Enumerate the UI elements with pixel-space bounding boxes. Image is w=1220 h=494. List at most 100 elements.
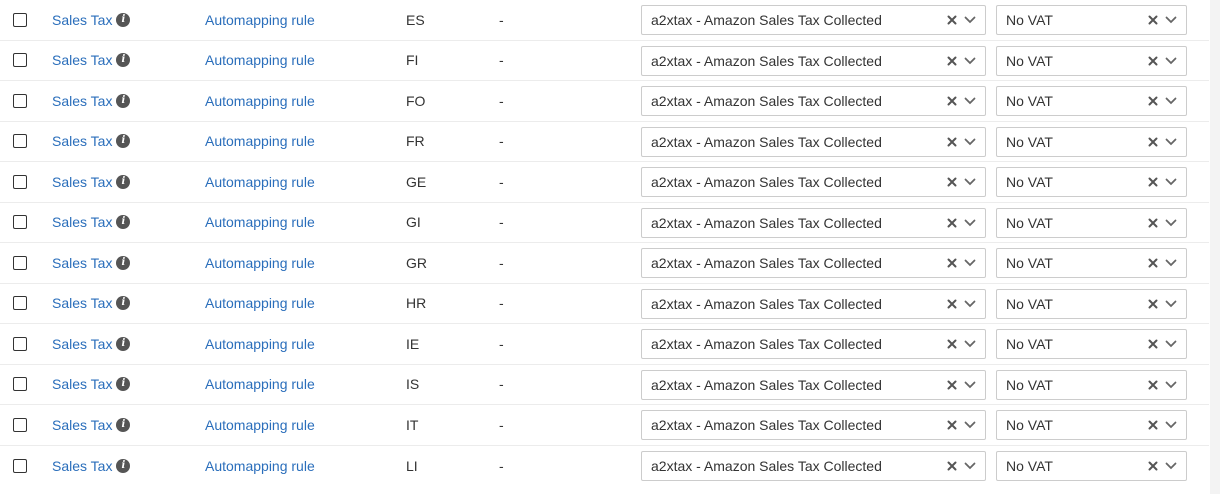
- chevron-down-icon[interactable]: [963, 135, 977, 149]
- type-link[interactable]: Sales Tax: [52, 174, 112, 190]
- chevron-down-icon[interactable]: [1164, 378, 1178, 392]
- row-checkbox[interactable]: [13, 417, 27, 432]
- info-icon[interactable]: i: [116, 174, 131, 189]
- tax-rate-select[interactable]: No VAT: [996, 369, 1187, 400]
- account-select[interactable]: a2xtax - Amazon Sales Tax Collected: [641, 369, 986, 400]
- chevron-down-icon[interactable]: [963, 13, 977, 27]
- account-select[interactable]: a2xtax - Amazon Sales Tax Collected: [641, 5, 986, 35]
- tax-rate-select[interactable]: No VAT: [996, 410, 1187, 440]
- account-select[interactable]: a2xtax - Amazon Sales Tax Collected: [641, 410, 986, 440]
- chevron-down-icon[interactable]: [963, 337, 977, 351]
- row-checkbox[interactable]: [13, 12, 27, 27]
- info-icon[interactable]: i: [116, 134, 131, 149]
- row-checkbox[interactable]: [13, 377, 27, 392]
- row-checkbox[interactable]: [13, 296, 27, 311]
- scrollbar[interactable]: [1210, 0, 1220, 494]
- info-icon[interactable]: i: [116, 215, 131, 230]
- account-select[interactable]: a2xtax - Amazon Sales Tax Collected: [641, 450, 986, 481]
- row-checkbox[interactable]: [13, 458, 27, 473]
- close-icon[interactable]: [1146, 418, 1160, 432]
- automapping-rule-link[interactable]: Automapping rule: [205, 52, 315, 68]
- close-icon[interactable]: [1146, 297, 1160, 311]
- automapping-rule-link[interactable]: Automapping rule: [205, 133, 315, 149]
- account-select[interactable]: a2xtax - Amazon Sales Tax Collected: [641, 329, 986, 359]
- account-select[interactable]: a2xtax - Amazon Sales Tax Collected: [641, 207, 986, 238]
- chevron-down-icon[interactable]: [1164, 459, 1178, 473]
- close-icon[interactable]: [945, 94, 959, 108]
- type-link[interactable]: Sales Tax: [52, 376, 112, 392]
- info-icon[interactable]: i: [116, 458, 131, 473]
- row-checkbox[interactable]: [13, 174, 27, 189]
- close-icon[interactable]: [945, 337, 959, 351]
- close-icon[interactable]: [1146, 13, 1160, 27]
- chevron-down-icon[interactable]: [963, 459, 977, 473]
- tax-rate-select[interactable]: No VAT: [996, 45, 1187, 76]
- chevron-down-icon[interactable]: [963, 94, 977, 108]
- account-select[interactable]: a2xtax - Amazon Sales Tax Collected: [641, 126, 986, 157]
- info-icon[interactable]: i: [116, 12, 131, 27]
- chevron-down-icon[interactable]: [963, 175, 977, 189]
- close-icon[interactable]: [1146, 94, 1160, 108]
- automapping-rule-link[interactable]: Automapping rule: [205, 214, 315, 230]
- chevron-down-icon[interactable]: [963, 378, 977, 392]
- automapping-rule-link[interactable]: Automapping rule: [205, 93, 315, 109]
- close-icon[interactable]: [1146, 54, 1160, 68]
- chevron-down-icon[interactable]: [1164, 135, 1178, 149]
- chevron-down-icon[interactable]: [1164, 54, 1178, 68]
- tax-rate-select[interactable]: No VAT: [996, 329, 1187, 359]
- row-checkbox[interactable]: [13, 53, 27, 68]
- automapping-rule-link[interactable]: Automapping rule: [205, 458, 315, 474]
- type-link[interactable]: Sales Tax: [52, 417, 112, 433]
- info-icon[interactable]: i: [116, 255, 131, 270]
- automapping-rule-link[interactable]: Automapping rule: [205, 255, 315, 271]
- close-icon[interactable]: [945, 216, 959, 230]
- close-icon[interactable]: [1146, 256, 1160, 270]
- tax-rate-select[interactable]: No VAT: [996, 86, 1187, 116]
- chevron-down-icon[interactable]: [1164, 216, 1178, 230]
- type-link[interactable]: Sales Tax: [52, 12, 112, 28]
- chevron-down-icon[interactable]: [963, 54, 977, 68]
- info-icon[interactable]: i: [116, 296, 131, 311]
- automapping-rule-link[interactable]: Automapping rule: [205, 417, 315, 433]
- type-link[interactable]: Sales Tax: [52, 214, 112, 230]
- chevron-down-icon[interactable]: [963, 297, 977, 311]
- close-icon[interactable]: [945, 418, 959, 432]
- chevron-down-icon[interactable]: [1164, 256, 1178, 270]
- close-icon[interactable]: [1146, 216, 1160, 230]
- automapping-rule-link[interactable]: Automapping rule: [205, 336, 315, 352]
- close-icon[interactable]: [1146, 175, 1160, 189]
- close-icon[interactable]: [945, 256, 959, 270]
- close-icon[interactable]: [945, 175, 959, 189]
- info-icon[interactable]: i: [116, 417, 131, 432]
- close-icon[interactable]: [1146, 378, 1160, 392]
- info-icon[interactable]: i: [116, 53, 131, 68]
- type-link[interactable]: Sales Tax: [52, 133, 112, 149]
- chevron-down-icon[interactable]: [1164, 175, 1178, 189]
- tax-rate-select[interactable]: No VAT: [996, 126, 1187, 157]
- account-select[interactable]: a2xtax - Amazon Sales Tax Collected: [641, 45, 986, 76]
- close-icon[interactable]: [945, 378, 959, 392]
- tax-rate-select[interactable]: No VAT: [996, 248, 1187, 278]
- automapping-rule-link[interactable]: Automapping rule: [205, 376, 315, 392]
- row-checkbox[interactable]: [13, 93, 27, 108]
- row-checkbox[interactable]: [13, 255, 27, 270]
- row-checkbox[interactable]: [13, 134, 27, 149]
- close-icon[interactable]: [945, 135, 959, 149]
- type-link[interactable]: Sales Tax: [52, 295, 112, 311]
- close-icon[interactable]: [1146, 337, 1160, 351]
- type-link[interactable]: Sales Tax: [52, 255, 112, 271]
- close-icon[interactable]: [1146, 459, 1160, 473]
- chevron-down-icon[interactable]: [963, 216, 977, 230]
- automapping-rule-link[interactable]: Automapping rule: [205, 174, 315, 190]
- automapping-rule-link[interactable]: Automapping rule: [205, 295, 315, 311]
- account-select[interactable]: a2xtax - Amazon Sales Tax Collected: [641, 86, 986, 116]
- type-link[interactable]: Sales Tax: [52, 458, 112, 474]
- close-icon[interactable]: [945, 13, 959, 27]
- type-link[interactable]: Sales Tax: [52, 93, 112, 109]
- row-checkbox[interactable]: [13, 336, 27, 351]
- close-icon[interactable]: [945, 54, 959, 68]
- tax-rate-select[interactable]: No VAT: [996, 207, 1187, 238]
- tax-rate-select[interactable]: No VAT: [996, 288, 1187, 319]
- chevron-down-icon[interactable]: [1164, 297, 1178, 311]
- info-icon[interactable]: i: [116, 336, 131, 351]
